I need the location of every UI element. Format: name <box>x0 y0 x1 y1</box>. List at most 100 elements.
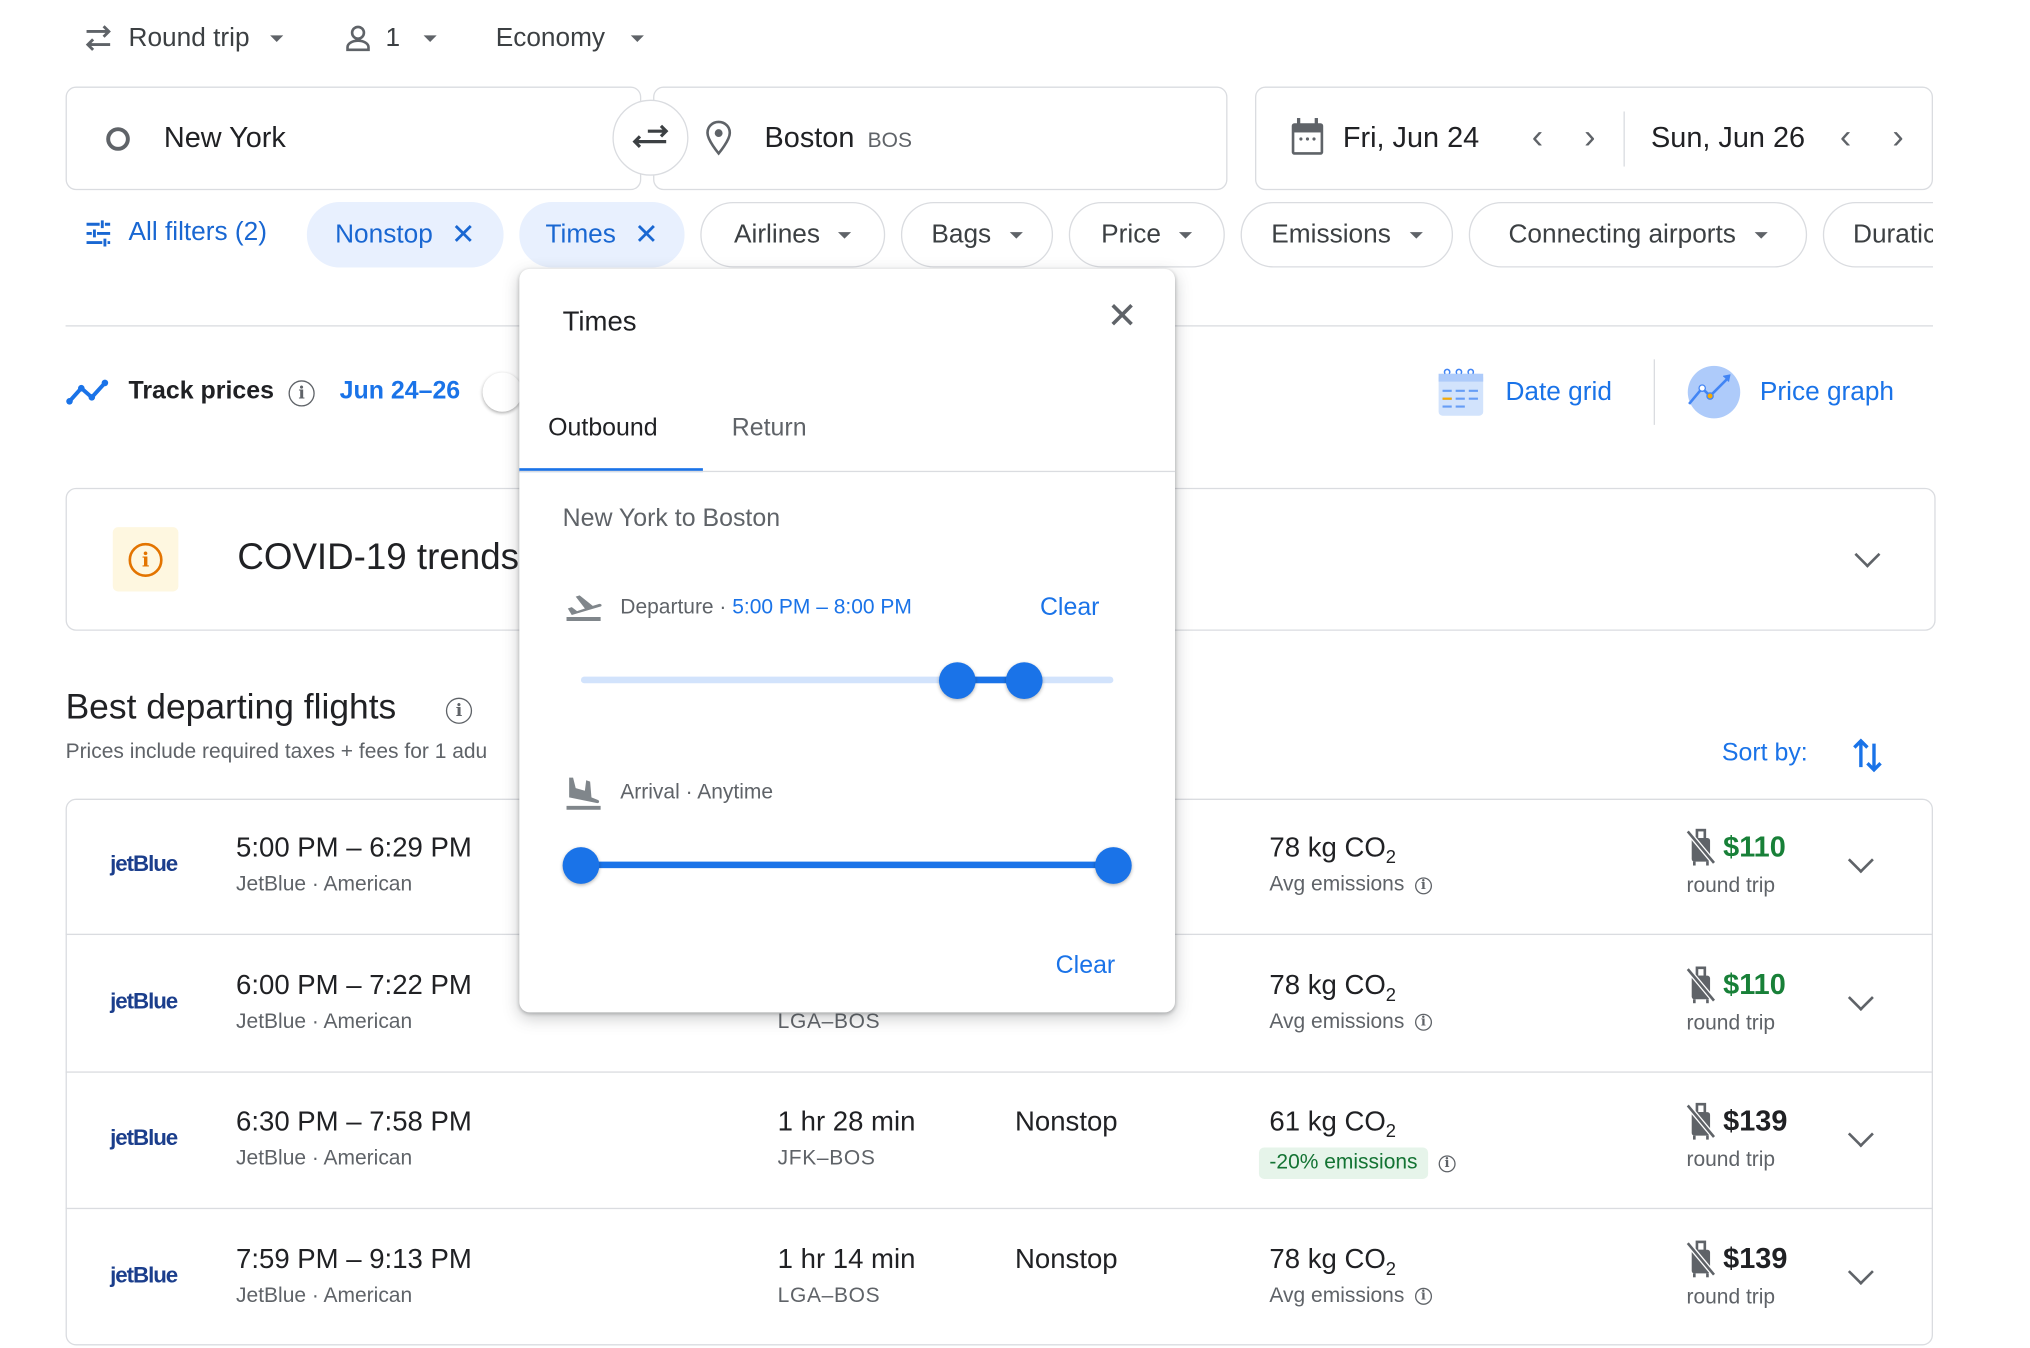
chip-times[interactable]: Times ✕ <box>519 201 685 268</box>
no-carry-on-bag-icon <box>1685 1239 1717 1277</box>
slider-thumb-end[interactable] <box>1006 662 1043 699</box>
slider-thumb-start[interactable] <box>939 662 977 699</box>
info-icon[interactable]: i <box>1438 1154 1456 1172</box>
close-icon[interactable]: ✕ <box>634 220 658 249</box>
airline-logo: jetBlue <box>110 1262 178 1288</box>
warning-info-icon: i <box>128 542 163 577</box>
track-prices-label: Track prices <box>128 377 274 406</box>
all-filters-button[interactable]: All filters (2) <box>84 218 267 248</box>
results-heading: Best departing flights <box>65 687 397 727</box>
info-icon[interactable]: i <box>288 380 315 407</box>
flight-co2: 78 kg CO2 <box>1269 1243 1397 1279</box>
views-divider <box>1653 359 1655 425</box>
route-label: New York to Boston <box>562 504 781 533</box>
chip-label: Bags <box>931 219 992 249</box>
arrival-slider[interactable] <box>562 847 1132 884</box>
swap-icon <box>632 124 669 148</box>
flight-airlines: JetBlue · American <box>236 1284 413 1307</box>
chip-nonstop[interactable]: Nonstop ✕ <box>306 201 504 268</box>
chevron-down-icon[interactable] <box>1847 1258 1874 1285</box>
dropdown-arrow-icon <box>838 231 852 239</box>
track-prices-toggle[interactable] <box>482 372 522 412</box>
close-icon[interactable]: ✕ <box>451 220 475 249</box>
emissions-label: Avg emissions <box>1269 1284 1405 1307</box>
no-carry-on-bag-icon <box>1685 828 1717 866</box>
chip-label: Times <box>545 219 616 249</box>
flight-row[interactable]: jetBlue 6:30 PM – 7:58 PM JetBlue · Amer… <box>65 1073 1934 1210</box>
tab-label: Outbound <box>548 414 658 442</box>
departure-slider[interactable] <box>580 662 1114 699</box>
flight-route: LGA–BOS <box>777 1010 881 1033</box>
tab-outbound[interactable]: Outbound <box>519 391 703 473</box>
emissions-label: Avg emissions <box>1269 873 1405 896</box>
co2-value: 78 kg CO <box>1269 1243 1386 1275</box>
chevron-down-icon[interactable] <box>1847 984 1874 1011</box>
swap-button[interactable] <box>612 99 689 176</box>
chip-bags[interactable]: Bags <box>900 201 1054 268</box>
chip-connecting-airports[interactable]: Connecting airports <box>1468 201 1808 268</box>
flight-duration: 1 hr 28 min <box>777 1106 916 1137</box>
date-grid-button[interactable]: Date grid <box>1437 367 1612 417</box>
date-grid-icon <box>1438 368 1484 416</box>
chip-label: Emissions <box>1271 219 1391 249</box>
price-graph-label: Price graph <box>1759 377 1895 406</box>
no-carry-on-bag-icon <box>1685 1102 1717 1140</box>
track-prices-dates: Jun 24–26 <box>339 377 461 406</box>
departure-clear-button[interactable]: Clear <box>1040 594 1100 623</box>
flight-emissions: -20% emissions i <box>1258 1147 1456 1179</box>
flight-times: 6:30 PM – 7:58 PM <box>236 1106 472 1137</box>
flight-emissions: Avg emissions i <box>1269 1284 1432 1309</box>
dropdown-arrow-icon <box>1009 231 1023 239</box>
flight-price: $110 <box>1684 965 1786 1004</box>
departure-range: 5:00 PM – 8:00 PM <box>732 596 912 619</box>
emissions-label: -20% emissions <box>1258 1147 1429 1179</box>
chip-emissions[interactable]: Emissions <box>1240 201 1454 268</box>
emissions-label: Avg emissions <box>1269 1010 1405 1033</box>
info-icon[interactable]: i <box>445 697 473 724</box>
co2-value: 78 kg CO <box>1269 832 1386 863</box>
price-value: $110 <box>1723 830 1786 863</box>
info-icon[interactable]: i <box>1414 876 1432 894</box>
covid-title: COVID-19 trends <box>237 536 519 578</box>
date-grid-label: Date grid <box>1505 377 1612 406</box>
chevron-down-icon[interactable] <box>1847 847 1874 874</box>
price-note: round trip <box>1686 1011 1776 1035</box>
tab-label: Return <box>731 414 807 442</box>
chip-price[interactable]: Price <box>1068 201 1225 268</box>
price-note: round trip <box>1686 1148 1776 1172</box>
no-carry-on-bag-icon <box>1685 965 1717 1003</box>
chip-label: Price <box>1101 219 1161 249</box>
price-value: $139 <box>1723 1104 1788 1137</box>
flight-price: $110 <box>1684 827 1786 866</box>
chip-airlines[interactable]: Airlines <box>700 201 886 268</box>
covid-icon-badge: i <box>112 527 179 592</box>
slider-thumb-start[interactable] <box>562 847 600 884</box>
chevron-down-icon[interactable] <box>1854 541 1881 568</box>
flight-row[interactable]: jetBlue 7:59 PM – 9:13 PM JetBlue · Amer… <box>66 1210 1933 1346</box>
flight-airlines: JetBlue · American <box>236 1010 413 1033</box>
info-icon[interactable]: i <box>1414 1287 1432 1305</box>
info-icon[interactable]: i <box>1414 1013 1432 1031</box>
flight-times: 7:59 PM – 9:13 PM <box>236 1243 472 1275</box>
slider-thumb-end[interactable] <box>1095 847 1132 884</box>
landing-icon <box>566 777 601 810</box>
chevron-down-icon[interactable] <box>1847 1121 1874 1148</box>
takeoff-icon <box>566 595 602 621</box>
flight-times: 5:00 PM – 6:29 PM <box>236 832 472 863</box>
chip-duration[interactable]: Duratic <box>1822 201 1934 268</box>
clear-button[interactable]: Clear <box>1056 952 1116 981</box>
co2-value: 61 kg CO <box>1269 1106 1386 1137</box>
close-icon[interactable]: ✕ <box>1107 297 1138 335</box>
flight-price: $139 <box>1684 1239 1788 1278</box>
price-graph-button[interactable]: Price graph <box>1686 365 1894 420</box>
sort-arrows-icon[interactable] <box>1849 736 1886 775</box>
all-filters-label: All filters (2) <box>128 217 267 247</box>
price-graph-icon <box>1687 365 1741 419</box>
flight-price: $139 <box>1684 1102 1788 1141</box>
airline-logo: jetBlue <box>110 851 178 877</box>
tab-return[interactable]: Return <box>703 391 847 472</box>
flight-co2: 61 kg CO2 <box>1269 1106 1397 1142</box>
sort-by-button[interactable]: Sort by: <box>1722 740 1808 769</box>
chip-label: Nonstop <box>335 219 433 249</box>
price-value: $139 <box>1723 1241 1788 1275</box>
